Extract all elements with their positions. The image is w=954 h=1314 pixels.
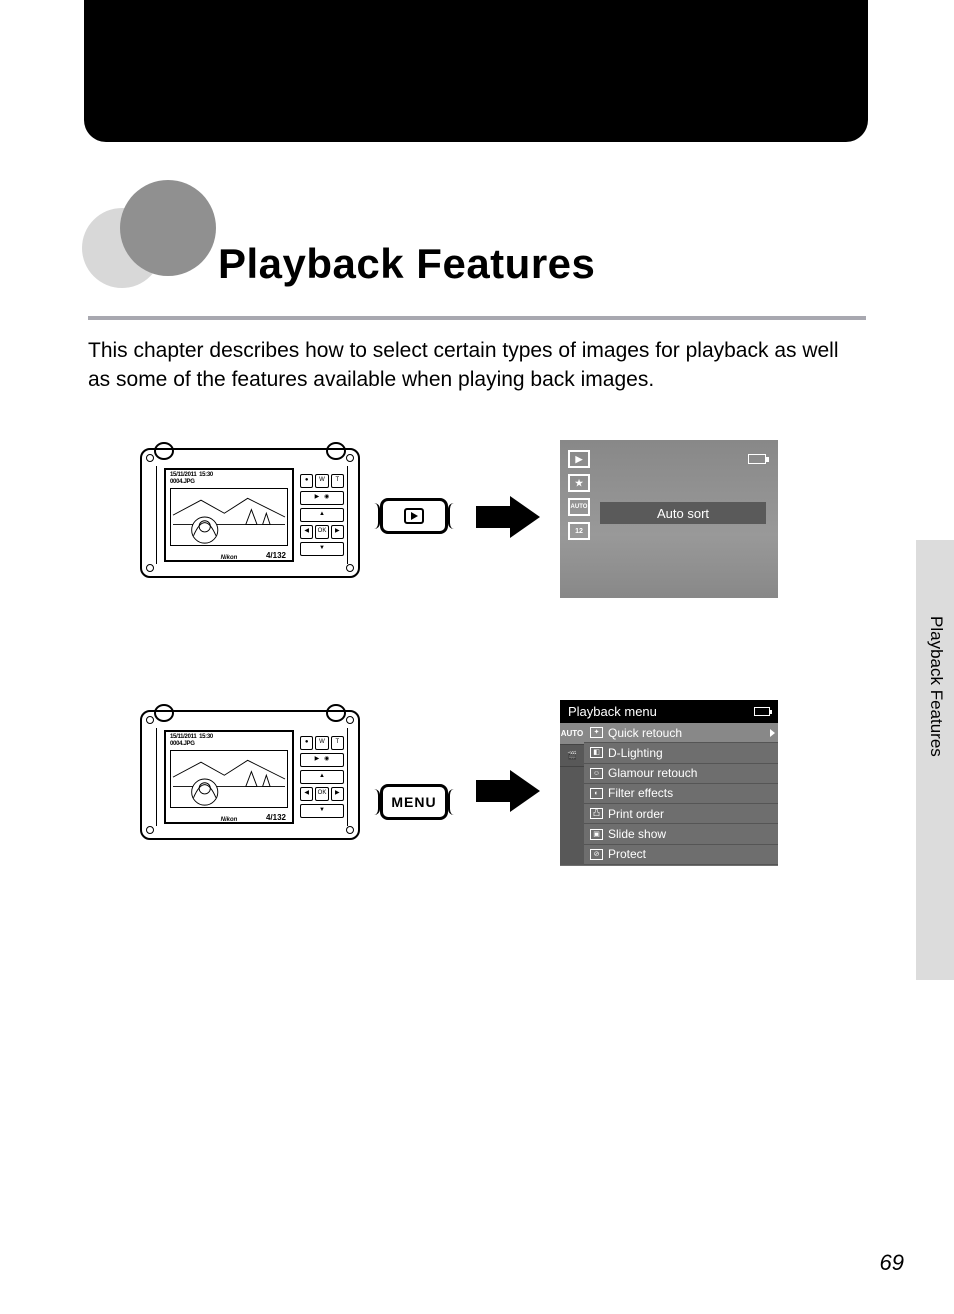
camera-lcd: 15/11/2011 15:30 0004.JPG 4/132 Nikon xyxy=(164,730,294,824)
camera-button-pad: ●WT ▶ ◉ ▲ ◀OK▶ ▼ xyxy=(300,736,344,822)
lcd-file: 0004.JPG xyxy=(170,479,195,485)
lcd-brand: Nikon xyxy=(221,555,238,561)
battery-icon xyxy=(748,454,766,464)
lcd-counter: 4/132 xyxy=(266,813,286,822)
title-rule xyxy=(88,316,866,320)
playback-button-callout xyxy=(380,498,448,534)
menu-item: ⊘Protect xyxy=(584,845,778,865)
lcd-scene xyxy=(170,750,288,808)
menu-item: ◐Filter effects xyxy=(584,784,778,804)
mode-icon-auto: AUTO xyxy=(568,498,590,516)
menu-list: ✦Quick retouch ◧D-Lighting ☺Glamour reto… xyxy=(584,723,778,865)
menu-item: 凸Print order xyxy=(584,804,778,824)
lcd-counter: 4/132 xyxy=(266,551,286,560)
playback-menu-screen: Playback menu AUTO 🎬 ✦Quick retouch ◧D-L… xyxy=(560,700,778,866)
mode-icon-fav: ★ xyxy=(568,474,590,492)
lcd-date: 15/11/2011 xyxy=(170,472,196,478)
camera-illustration: 15/11/2011 15:30 0004.JPG 4/132 Nikon ●W… xyxy=(140,710,360,840)
menu-item: ✦Quick retouch xyxy=(584,723,778,743)
menu-button-label: MENU xyxy=(391,794,436,810)
menu-button-callout: MENU xyxy=(380,784,448,820)
lcd-info: 15/11/2011 15:30 0004.JPG xyxy=(170,472,213,485)
arrow-icon xyxy=(476,496,540,538)
menu-item: ☺Glamour retouch xyxy=(584,764,778,784)
camera-lcd: 15/11/2011 15:30 0004.JPG 4/132 Nikon xyxy=(164,468,294,562)
figure-row-2: 15/11/2011 15:30 0004.JPG 4/132 Nikon ●W… xyxy=(140,710,830,880)
lcd-date: 15/11/2011 xyxy=(170,734,196,740)
page-number: 69 xyxy=(880,1250,904,1276)
menu-title: Playback menu xyxy=(568,704,657,719)
lcd-scene xyxy=(170,488,288,546)
menu-item: ▣Slide show xyxy=(584,824,778,844)
mode-icon-date: 12 xyxy=(568,522,590,540)
menu-tab: 🎬 xyxy=(560,745,584,767)
menu-item: ◧D-Lighting xyxy=(584,743,778,763)
lcd-brand: Nikon xyxy=(221,817,238,823)
page-title: Playback Features xyxy=(218,240,595,288)
menu-tab: AUTO xyxy=(560,723,584,745)
header-banner xyxy=(84,0,868,142)
mode-select-screen: ▶ ★ AUTO 12 Auto sort xyxy=(560,440,778,598)
mode-selected-row: Auto sort xyxy=(600,502,766,524)
camera-button-pad: ●WT ▶ ◉ ▲ ◀OK▶ ▼ xyxy=(300,474,344,560)
arrow-icon xyxy=(476,770,540,812)
figure-row-1: 15/11/2011 15:30 0004.JPG 4/132 Nikon ●W… xyxy=(140,448,830,618)
intro-paragraph: This chapter describes how to select cer… xyxy=(88,336,864,395)
thumb-tab xyxy=(916,540,954,980)
mode-icon-play: ▶ xyxy=(568,450,590,468)
camera-illustration: 15/11/2011 15:30 0004.JPG 4/132 Nikon ●W… xyxy=(140,448,360,578)
lcd-time: 15:30 xyxy=(199,734,213,740)
lcd-file: 0004.JPG xyxy=(170,741,195,747)
lcd-info: 15/11/2011 15:30 0004.JPG xyxy=(170,734,213,747)
lcd-time: 15:30 xyxy=(199,472,213,478)
battery-icon xyxy=(754,707,770,716)
side-label: Playback Features xyxy=(924,616,946,757)
